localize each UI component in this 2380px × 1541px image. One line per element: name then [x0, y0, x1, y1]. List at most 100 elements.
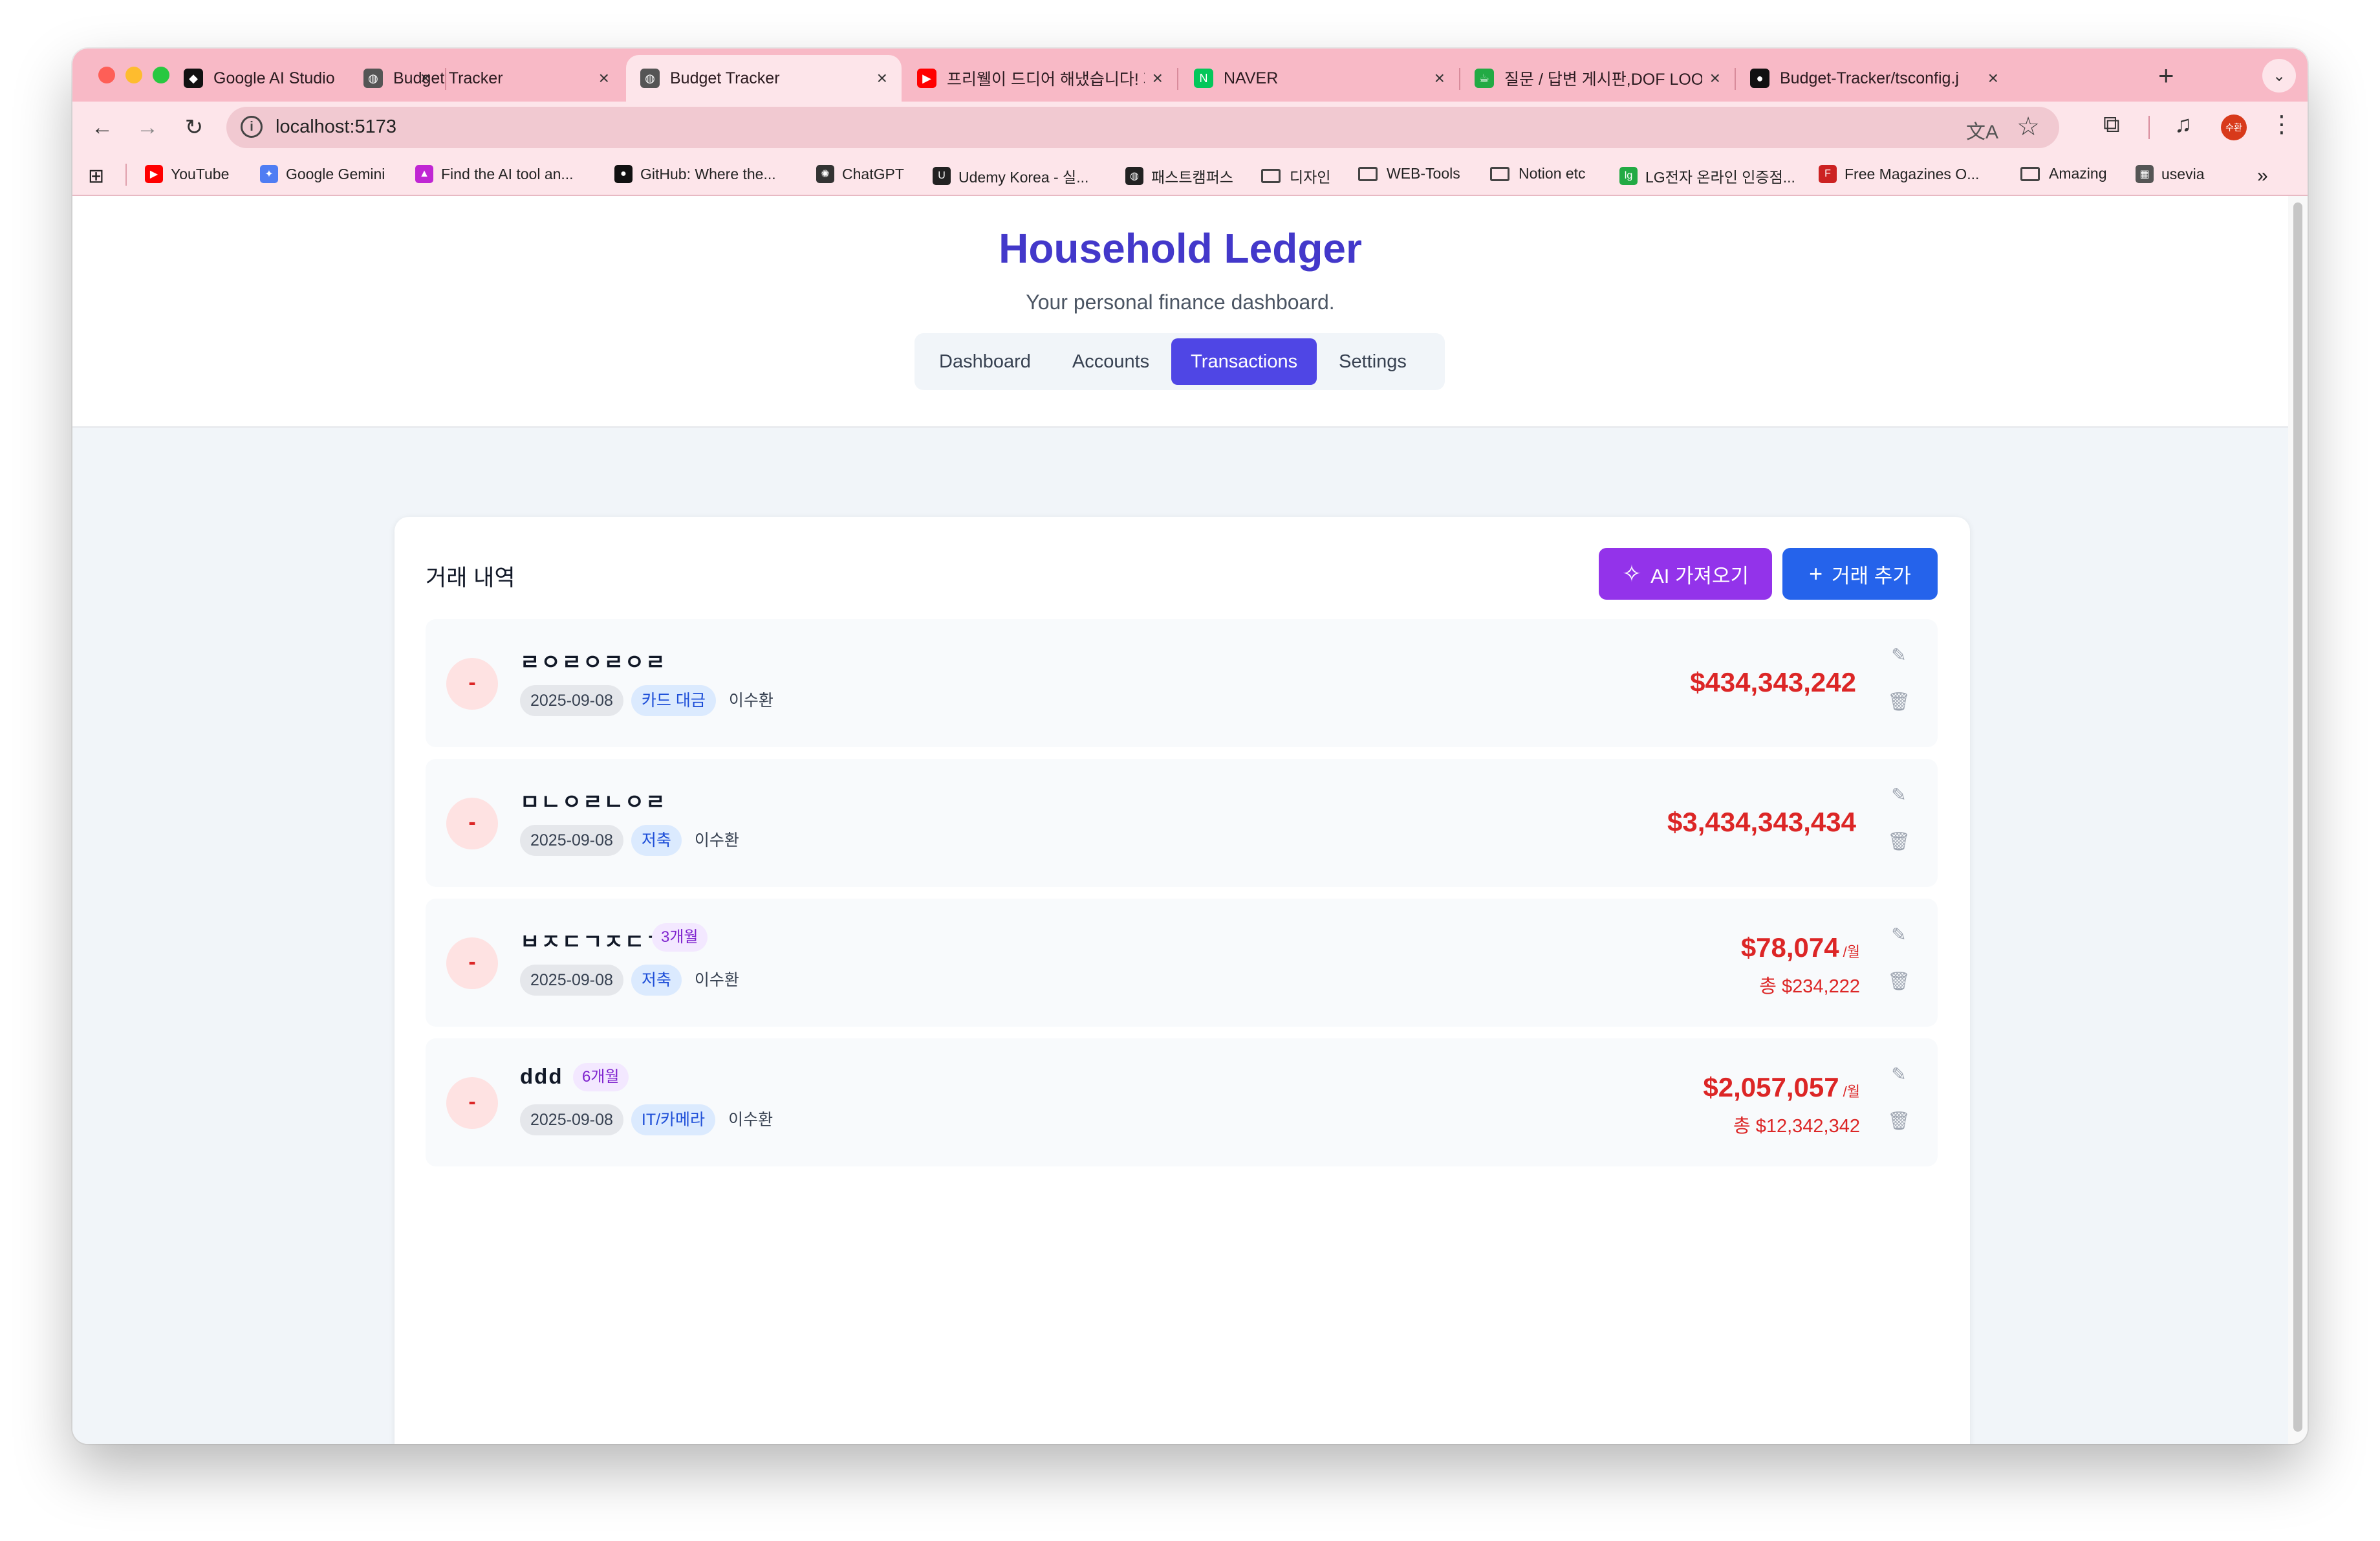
tab-title: Budget-Tracker/tsconfig.j: [1780, 69, 1959, 87]
tab-title: 프리웰이 드디어 해냈습니다! 자: [947, 71, 1145, 89]
nav-tab-accounts[interactable]: Accounts: [1053, 338, 1169, 385]
close-tab-icon[interactable]: ×: [877, 68, 887, 89]
bookmark-item[interactable]: F Free Magazines O...: [1819, 165, 1979, 183]
more-bookmarks-icon[interactable]: »: [2257, 165, 2268, 187]
ai-import-button[interactable]: ✧ AI 가져오기: [1599, 548, 1772, 600]
close-window-button[interactable]: [98, 67, 115, 83]
transaction-date: 2025-09-08: [520, 825, 623, 856]
section-title: 거래 내역: [426, 565, 515, 591]
tab-title: NAVER: [1224, 69, 1279, 87]
close-tab-icon[interactable]: ×: [1152, 68, 1163, 89]
bookmark-item[interactable]: ◍ 패스트캠퍼스: [1125, 165, 1233, 187]
transaction-amount: $3,434,343,434: [1667, 807, 1860, 838]
maximize-window-button[interactable]: [153, 67, 169, 83]
sparkles-icon: ✧: [1621, 560, 1642, 587]
trash-icon[interactable]: 🗑: [1886, 968, 1912, 994]
amount-value: $2,057,057: [1703, 1072, 1839, 1102]
transaction-row[interactable]: - ddd 6개월 2025-09-08 IT/카메라 이수환 $2,057,05…: [426, 1038, 1938, 1166]
tab-title: Budget Tracker: [393, 69, 503, 87]
transaction-amount: $78,074/월: [1741, 932, 1860, 963]
transaction-row[interactable]: - ㅂㅈㄷㄱㅈㄷㄱ 3개월 2025-09-08 저축 이수환 $78,074/월…: [426, 899, 1938, 1027]
minimize-window-button[interactable]: [125, 67, 142, 83]
transaction-row[interactable]: - ㄹㅇㄹㅇㄹㅇㄹ 2025-09-08 카드 대금 이수환 $434,343,…: [426, 619, 1938, 747]
lg-icon: lg: [1619, 167, 1638, 185]
youtube-icon: ▶: [145, 165, 163, 183]
browser-tab[interactable]: ● Budget-Tracker/tsconfig.j ×: [1736, 55, 2013, 102]
close-tab-icon[interactable]: ×: [1710, 68, 1720, 89]
expense-sign-badge: -: [446, 658, 498, 710]
browser-tab[interactable]: ◍ Budget Tracker ×: [349, 55, 623, 102]
bookmark-item[interactable]: U Udemy Korea - 실...: [933, 165, 1088, 187]
browser-tab[interactable]: ▶ 프리웰이 드디어 해냈습니다! 자 ×: [903, 55, 1177, 102]
tab-separator: [1177, 68, 1178, 90]
browser-window: ◆ Google AI Studio × ◍ Budget Tracker × ◍ …: [72, 49, 2308, 1444]
app-header: Household Ledger Your personal finance d…: [72, 196, 2288, 428]
category-badge: 저축: [631, 825, 682, 856]
bookmark-item[interactable]: ✺ ChatGPT: [816, 165, 904, 183]
toolbar-divider: [2148, 116, 2150, 139]
add-transaction-button[interactable]: + 거래 추가: [1782, 548, 1938, 600]
trash-icon[interactable]: 🗑: [1886, 689, 1912, 715]
nav-tab-transactions[interactable]: Transactions: [1171, 338, 1317, 385]
media-control-icon[interactable]: ♫: [2174, 111, 2192, 138]
udemy-icon: U: [933, 167, 951, 185]
address-url[interactable]: localhost:5173: [276, 116, 396, 138]
edit-icon[interactable]: ✎: [1886, 782, 1912, 808]
bookmark-label: Udemy Korea - 실...: [958, 169, 1089, 186]
site-info-icon[interactable]: i: [241, 116, 263, 138]
magazine-icon: F: [1819, 165, 1837, 183]
bookmark-label: ChatGPT: [842, 165, 904, 182]
edit-icon[interactable]: ✎: [1886, 642, 1912, 668]
ai-studio-icon: ◆: [184, 69, 203, 88]
gemini-icon: ✦: [260, 165, 278, 183]
bookmark-item[interactable]: lg LG전자 온라인 인증점...: [1619, 165, 1795, 187]
page-viewport: Household Ledger Your personal finance d…: [72, 196, 2288, 1444]
folder-icon: [1490, 166, 1509, 181]
profile-avatar[interactable]: 수환: [2221, 115, 2247, 140]
transaction-date: 2025-09-08: [520, 1104, 623, 1135]
nav-tab-settings[interactable]: Settings: [1319, 338, 1426, 385]
browser-tab[interactable]: N NAVER ×: [1180, 55, 1459, 102]
address-bar[interactable]: i localhost:5173 文A ☆: [226, 107, 2059, 148]
nav-tab-dashboard[interactable]: Dashboard: [920, 338, 1050, 385]
edit-icon[interactable]: ✎: [1886, 922, 1912, 948]
browser-tab[interactable]: ☕ 질문 / 답변 게시판,DOF LOOK ×: [1460, 55, 1735, 102]
edit-icon[interactable]: ✎: [1886, 1062, 1912, 1087]
extensions-icon[interactable]: ⧉: [2103, 111, 2120, 138]
trash-icon[interactable]: 🗑: [1886, 1108, 1912, 1134]
reload-button[interactable]: ↻: [176, 109, 212, 146]
apps-grid-icon[interactable]: ⊞: [88, 165, 104, 188]
bookmark-star-icon[interactable]: ☆: [2017, 112, 2040, 142]
bookmark-item[interactable]: WEB-Tools: [1358, 165, 1460, 182]
bookmark-item[interactable]: Notion etc: [1490, 165, 1586, 182]
close-tab-icon[interactable]: ×: [1988, 68, 1998, 89]
amount-unit: /월: [1843, 944, 1860, 960]
bookmark-item[interactable]: ▲ Find the AI tool an...: [415, 165, 574, 183]
close-tab-icon[interactable]: ×: [1434, 68, 1445, 89]
translate-icon[interactable]: 文A: [1966, 116, 1998, 144]
bookmark-item[interactable]: Amazing: [2020, 165, 2106, 182]
back-button[interactable]: ←: [84, 109, 120, 146]
trash-icon[interactable]: 🗑: [1886, 829, 1912, 855]
new-tab-button[interactable]: +: [2158, 60, 2174, 91]
bookmark-item[interactable]: ▦ usevia: [2136, 165, 2204, 183]
bookmarks-divider: [125, 164, 127, 186]
page-scrollbar[interactable]: [2288, 196, 2308, 1444]
close-tab-icon[interactable]: ×: [599, 68, 609, 89]
transaction-row[interactable]: - ㅁㄴㅇㄹㄴㅇㄹ 2025-09-08 저축 이수환 $3,434,343,4…: [426, 759, 1938, 887]
browser-tab[interactable]: ◍ Budget Tracker ×: [626, 55, 902, 102]
bookmark-label: Find the AI tool an...: [441, 165, 574, 182]
forward-button[interactable]: →: [129, 109, 166, 146]
bookmark-item[interactable]: 디자인: [1261, 165, 1330, 187]
expense-sign-badge: -: [446, 937, 498, 989]
bookmark-item[interactable]: ● GitHub: Where the...: [614, 165, 776, 183]
bookmark-item[interactable]: ✦ Google Gemini: [260, 165, 385, 183]
folder-icon: [1261, 169, 1281, 183]
window-controls: [98, 67, 169, 83]
transaction-date: 2025-09-08: [520, 965, 623, 996]
tab-search-button[interactable]: ⌄: [2262, 59, 2296, 93]
browser-menu-icon[interactable]: ⋮: [2270, 111, 2293, 138]
bookmark-item[interactable]: ▶ YouTube: [145, 165, 229, 183]
scrollbar-thumb[interactable]: [2293, 202, 2302, 1432]
transaction-user: 이수환: [694, 831, 739, 849]
